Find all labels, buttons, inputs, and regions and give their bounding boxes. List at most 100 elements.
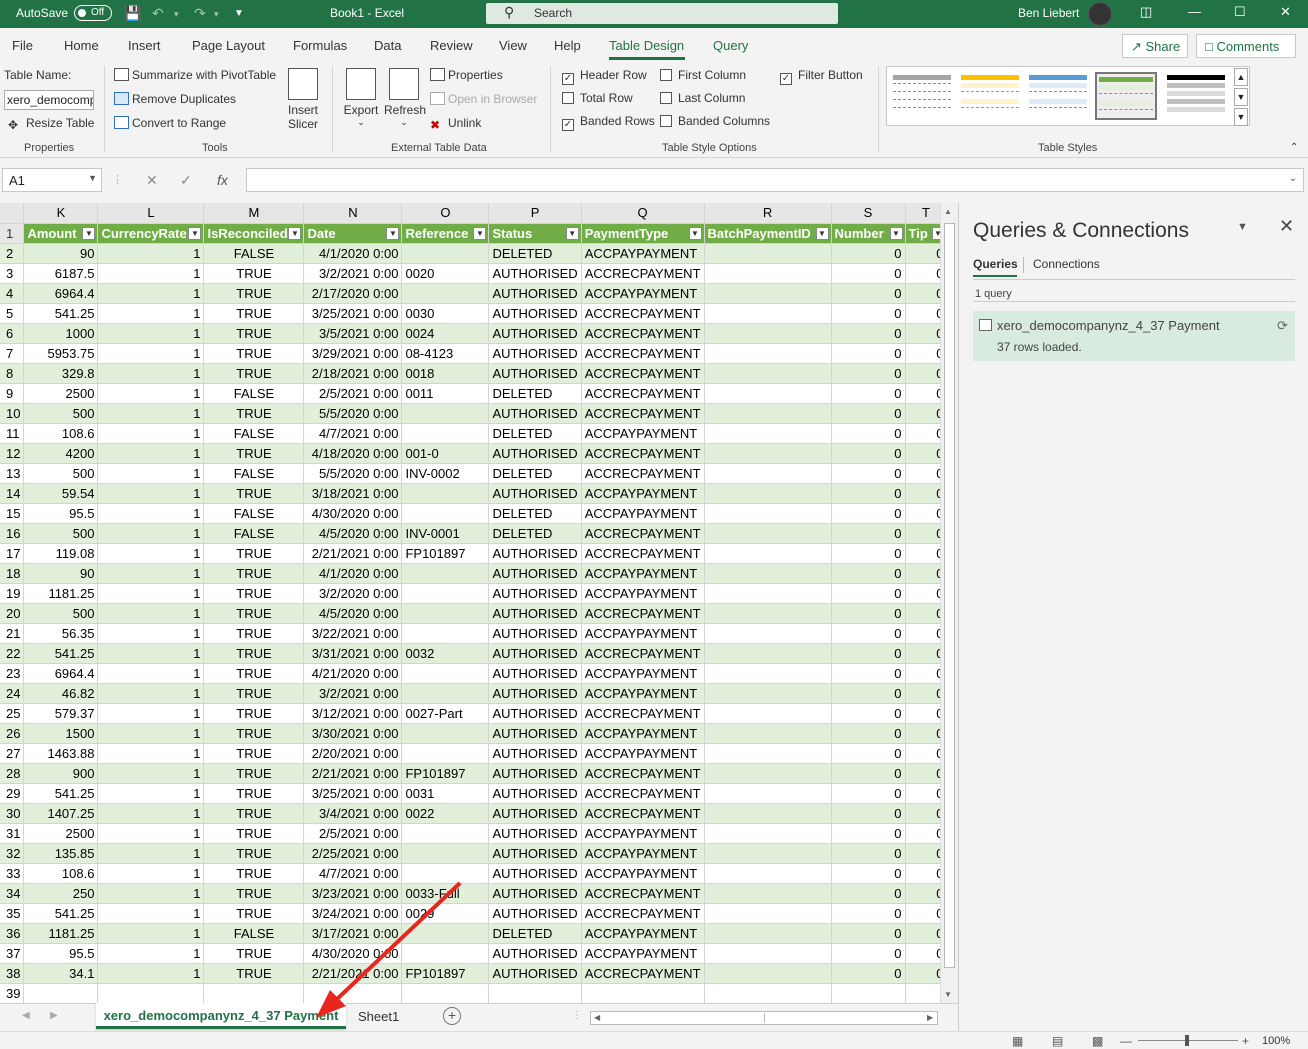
table-cell[interactable]: TRUE: [203, 263, 305, 284]
table-cell[interactable]: 6964.4: [23, 283, 99, 304]
table-cell[interactable]: [704, 783, 832, 804]
row-header[interactable]: 3: [0, 263, 25, 284]
column-header[interactable]: R: [704, 203, 832, 224]
enter-icon[interactable]: ✓: [180, 172, 192, 189]
table-cell[interactable]: FP101897: [401, 763, 490, 784]
table-cell[interactable]: ACCRECPAYMENT: [581, 783, 705, 804]
table-cell[interactable]: AUTHORISED: [488, 963, 582, 984]
table-cell[interactable]: [704, 303, 832, 324]
table-cell[interactable]: [704, 703, 832, 724]
table-cell[interactable]: 3/29/2021 0:00: [303, 343, 403, 364]
table-cell[interactable]: 1: [97, 943, 205, 964]
table-cell[interactable]: 2/18/2021 0:00: [303, 363, 403, 384]
name-box[interactable]: A1 ▼: [2, 168, 102, 192]
table-cell[interactable]: 2/21/2021 0:00: [303, 763, 403, 784]
table-cell[interactable]: TRUE: [203, 803, 305, 824]
table-cell[interactable]: AUTHORISED: [488, 723, 582, 744]
table-cell[interactable]: [704, 843, 832, 864]
unlink-button[interactable]: ✖ Unlink: [430, 116, 481, 132]
row-header[interactable]: 27: [0, 743, 25, 764]
table-cell[interactable]: 3/22/2021 0:00: [303, 623, 403, 644]
table-cell[interactable]: [401, 723, 490, 744]
normal-view-icon[interactable]: ▦: [1012, 1034, 1023, 1048]
table-cell[interactable]: TRUE: [203, 603, 305, 624]
table-cell[interactable]: 329.8: [23, 363, 99, 384]
table-cell[interactable]: TRUE: [203, 403, 305, 424]
table-cell[interactable]: [401, 603, 490, 624]
cancel-icon[interactable]: ✕: [146, 172, 158, 189]
table-cell[interactable]: 0027-Part: [401, 703, 490, 724]
row-header[interactable]: 9: [0, 383, 25, 404]
table-cell[interactable]: AUTHORISED: [488, 943, 582, 964]
table-cell[interactable]: FALSE: [203, 463, 305, 484]
row-header[interactable]: 23: [0, 663, 25, 684]
row-header[interactable]: 19: [0, 583, 25, 604]
open-in-browser-button[interactable]: Open in Browser: [430, 92, 537, 106]
table-cell[interactable]: TRUE: [203, 763, 305, 784]
vertical-scrollbar[interactable]: ▲ ▼: [940, 203, 958, 1003]
table-cell[interactable]: TRUE: [203, 723, 305, 744]
table-cell[interactable]: TRUE: [203, 563, 305, 584]
table-cell[interactable]: 135.85: [23, 843, 99, 864]
row-header[interactable]: 2: [0, 243, 25, 264]
row-header[interactable]: 4: [0, 283, 25, 304]
table-cell[interactable]: ACCPAYPAYMENT: [581, 863, 705, 884]
table-cell[interactable]: 3/5/2021 0:00: [303, 323, 403, 344]
table-cell[interactable]: 0: [831, 463, 906, 484]
table-cell[interactable]: 3/24/2021 0:00: [303, 903, 403, 924]
table-cell[interactable]: ACCRECPAYMENT: [581, 883, 705, 904]
column-header[interactable]: N: [303, 203, 403, 224]
table-cell[interactable]: TRUE: [203, 963, 305, 984]
expand-formula-icon[interactable]: ⌄: [1289, 173, 1297, 184]
table-column-header[interactable]: Amount ▼: [23, 223, 99, 244]
table-cell[interactable]: 0: [831, 243, 906, 264]
table-cell[interactable]: 3/4/2021 0:00: [303, 803, 403, 824]
close-pane-icon[interactable]: ✕: [1279, 216, 1294, 237]
table-cell[interactable]: 0011: [401, 383, 490, 404]
table-cell[interactable]: 2/17/2020 0:00: [303, 283, 403, 304]
column-header[interactable]: L: [97, 203, 205, 224]
refresh-button[interactable]: Refresh ⌄: [384, 68, 426, 128]
table-cell[interactable]: 108.6: [23, 863, 99, 884]
table-cell[interactable]: 5/5/2020 0:00: [303, 463, 403, 484]
table-cell[interactable]: 0: [831, 663, 906, 684]
autosave-toggle[interactable]: Off: [74, 5, 112, 21]
tab-table-design[interactable]: Table Design: [609, 38, 684, 53]
table-cell[interactable]: AUTHORISED: [488, 303, 582, 324]
empty-cell[interactable]: [97, 983, 205, 1003]
table-cell[interactable]: [704, 543, 832, 564]
table-cell[interactable]: [704, 863, 832, 884]
tab-queries[interactable]: Queries: [973, 257, 1018, 271]
table-cell[interactable]: TRUE: [203, 443, 305, 464]
table-cell[interactable]: 0: [831, 343, 906, 364]
table-cell[interactable]: FP101897: [401, 963, 490, 984]
table-cell[interactable]: [401, 623, 490, 644]
table-cell[interactable]: AUTHORISED: [488, 343, 582, 364]
table-cell[interactable]: ACCRECPAYMENT: [581, 763, 705, 784]
export-button[interactable]: Export ⌄: [342, 68, 380, 128]
row-header[interactable]: 37: [0, 943, 25, 964]
table-cell[interactable]: 579.37: [23, 703, 99, 724]
table-cell[interactable]: 4200: [23, 443, 99, 464]
table-cell[interactable]: 46.82: [23, 683, 99, 704]
tab-connections[interactable]: Connections: [1033, 257, 1100, 271]
table-cell[interactable]: [704, 443, 832, 464]
table-cell[interactable]: [401, 583, 490, 604]
table-cell[interactable]: ACCRECPAYMENT: [581, 703, 705, 724]
table-cell[interactable]: [704, 883, 832, 904]
row-header[interactable]: 1: [0, 223, 25, 244]
row-header[interactable]: 10: [0, 403, 25, 424]
row-header[interactable]: 14: [0, 483, 25, 504]
worksheet-grid[interactable]: K L M N O P Q R S T 1 Amount ▼ CurrencyRate ▼ IsReconci…: [0, 203, 948, 1003]
tab-split-handle[interactable]: ⋮: [572, 1010, 582, 1021]
table-cell[interactable]: AUTHORISED: [488, 903, 582, 924]
table-cell[interactable]: [401, 823, 490, 844]
table-cell[interactable]: DELETED: [488, 243, 582, 264]
undo-icon[interactable]: ↶: [152, 5, 164, 22]
table-cell[interactable]: 0: [831, 323, 906, 344]
table-cell[interactable]: ACCRECPAYMENT: [581, 323, 705, 344]
table-cell[interactable]: 0030: [401, 303, 490, 324]
table-cell[interactable]: 541.25: [23, 903, 99, 924]
table-column-header[interactable]: Date ▼: [303, 223, 403, 244]
table-cell[interactable]: ACCPAYPAYMENT: [581, 923, 705, 944]
